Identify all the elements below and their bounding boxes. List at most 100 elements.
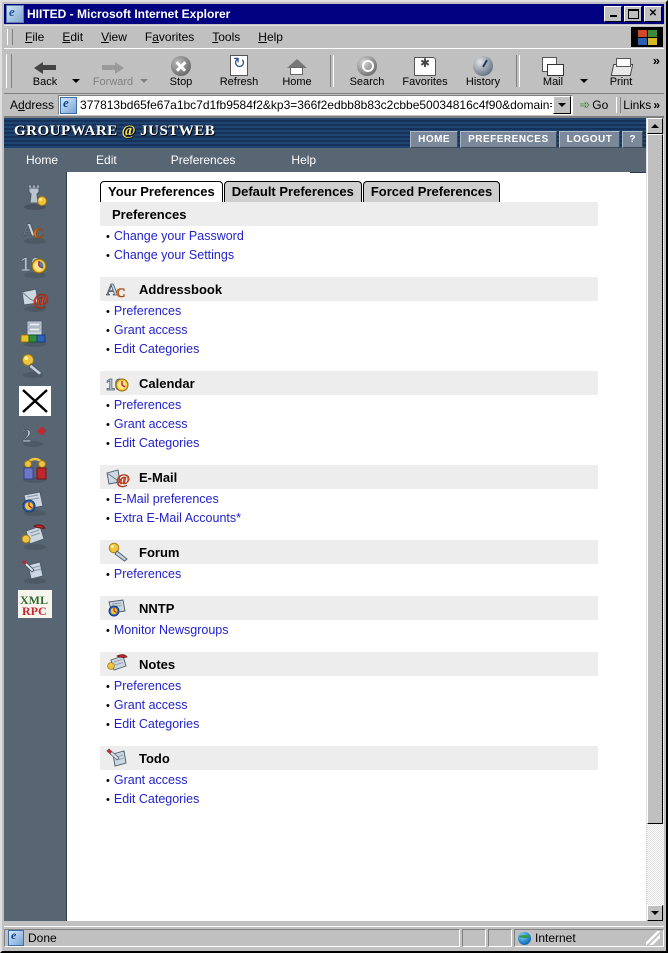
menu-item-file[interactable]: File [16, 28, 53, 46]
link-todo-edit-categories[interactable]: Edit Categories [114, 790, 199, 808]
link-notes-edit-categories[interactable]: Edit Categories [114, 715, 199, 733]
section-forum: Forum • Preferences [100, 540, 598, 584]
print-button[interactable]: Print [592, 51, 650, 91]
minimize-button[interactable] [604, 6, 622, 22]
sidebar-item-notes[interactable] [18, 522, 52, 552]
link-monitor-newsgroups[interactable]: Monitor Newsgroups [114, 621, 229, 639]
security-zone-cell[interactable]: Internet [514, 929, 664, 947]
bullet-icon: • [106, 700, 110, 712]
nav-preferences-button[interactable]: PREFERENCES [460, 131, 557, 148]
list-item: • Edit Categories [106, 790, 598, 809]
link-change-settings[interactable]: Change your Settings [114, 246, 234, 264]
go-button[interactable]: ➾ Go [573, 97, 614, 113]
sidebar-item-xmlrpc[interactable]: XML RPC [18, 590, 52, 618]
tab-default-preferences[interactable]: Default Preferences [223, 181, 362, 202]
section-header: NNTP [100, 596, 598, 620]
stop-button[interactable]: Stop [152, 51, 210, 91]
nav-logout-button[interactable]: LOGOUT [558, 131, 621, 148]
sidebar-item-close[interactable] [19, 386, 51, 416]
tab-your-preferences[interactable]: Your Preferences [100, 181, 223, 202]
refresh-button[interactable]: Refresh [210, 51, 268, 91]
history-button[interactable]: History [454, 51, 512, 91]
menu-item-tools[interactable]: Tools [203, 28, 249, 46]
groupware-body: A C 10 @ 2 XML RPC Your Preferences Defa… [4, 172, 630, 921]
link-addressbook-grant-access[interactable]: Grant access [114, 321, 188, 339]
link-email-preferences[interactable]: E-Mail preferences [114, 490, 219, 508]
scroll-up-button[interactable] [647, 118, 663, 134]
favorites-button[interactable]: Favorites [396, 51, 454, 91]
link-addressbook-edit-categories[interactable]: Edit Categories [114, 340, 199, 358]
bullet-icon: • [106, 513, 110, 525]
sidebar-item-addressbook[interactable]: A C [18, 216, 52, 246]
close-button[interactable]: ✕ [644, 6, 662, 22]
links-chevron-icon[interactable]: » [653, 98, 664, 112]
page-scrollbar[interactable] [646, 118, 664, 921]
gw-menu-home[interactable]: Home [4, 153, 86, 167]
sidebar-item-email[interactable]: @ [18, 284, 52, 314]
mail-button[interactable]: Mail [524, 51, 582, 91]
links-label[interactable]: Links [623, 98, 653, 112]
scrollbar-track[interactable] [647, 134, 664, 905]
nav-home-button[interactable]: HOME [410, 131, 459, 148]
link-change-password[interactable]: Change your Password [114, 227, 244, 245]
sidebar-item-registration[interactable]: 2 [18, 420, 52, 450]
menu-item-edit[interactable]: Edit [53, 28, 92, 46]
sidebar-item-forum[interactable] [18, 352, 52, 382]
sidebar-item-filemanager[interactable] [18, 318, 52, 348]
list-item: • Extra E-Mail Accounts* [106, 509, 598, 528]
ie-page-icon [60, 95, 78, 114]
gw-menu-help[interactable]: Help [281, 153, 326, 167]
gw-menu-edit[interactable]: Edit [86, 153, 161, 167]
status-bar: Done Internet [4, 926, 664, 949]
scroll-down-button[interactable] [647, 905, 663, 921]
toolbar-grip[interactable] [6, 54, 12, 88]
back-dropdown-icon[interactable] [72, 79, 80, 83]
ie-document-icon [6, 4, 24, 23]
mail-dropdown-icon[interactable] [580, 79, 588, 83]
sidebar-item-todo[interactable] [18, 556, 52, 586]
list-item: • E-Mail preferences [106, 490, 598, 509]
link-addressbook-preferences[interactable]: Preferences [114, 302, 181, 320]
sidebar-item-nntp[interactable] [18, 488, 52, 518]
back-button[interactable]: Back [16, 51, 74, 91]
sidebar-item-calendar[interactable]: 10 [18, 250, 52, 280]
links-grip[interactable] [616, 97, 622, 113]
link-forum-preferences[interactable]: Preferences [114, 565, 181, 583]
menu-item-view[interactable]: View [92, 28, 136, 46]
sidebar-item-projects[interactable] [18, 454, 52, 484]
groupware-logo: GROUPWARE @ JUSTWEB [14, 123, 215, 140]
resize-grip[interactable] [646, 931, 660, 945]
menu-grip[interactable] [7, 29, 13, 45]
scrollbar-thumb[interactable] [647, 134, 663, 824]
menu-item-favorites[interactable]: Favorites [136, 28, 203, 46]
link-notes-preferences[interactable]: Preferences [114, 677, 181, 695]
tab-forced-preferences[interactable]: Forced Preferences [362, 181, 501, 202]
groupware-menu-bar: Home Edit Preferences Help [4, 148, 647, 173]
menu-item-help[interactable]: Help [249, 28, 292, 46]
gw-menu-preferences[interactable]: Preferences [161, 153, 282, 167]
search-button[interactable]: Search [338, 51, 396, 91]
link-calendar-edit-categories[interactable]: Edit Categories [114, 434, 199, 452]
address-bar: Address 377813bd65fe67a1bc7d1fb9584f2&kp… [4, 94, 664, 117]
toolbar-overflow-chevron-icon[interactable]: » [653, 53, 660, 68]
link-calendar-grant-access[interactable]: Grant access [114, 415, 188, 433]
link-todo-grant-access[interactable]: Grant access [114, 771, 188, 789]
link-extra-email-accounts[interactable]: Extra E-Mail Accounts* [114, 509, 241, 527]
link-notes-grant-access[interactable]: Grant access [114, 696, 188, 714]
link-calendar-preferences[interactable]: Preferences [114, 396, 181, 414]
back-button-label: Back [32, 76, 58, 88]
forward-dropdown-icon[interactable] [140, 79, 148, 83]
addressbook-icon: A C [106, 278, 132, 301]
address-input[interactable]: 377813bd65fe67a1bc7d1fb9584f2&kp3=366f2e… [58, 95, 574, 115]
nav-help-button[interactable]: ? [622, 131, 643, 148]
bullet-icon: • [106, 250, 110, 262]
maximize-button[interactable] [624, 6, 642, 22]
section-header: Forum [100, 540, 598, 564]
sidebar-item-admin[interactable] [18, 182, 52, 212]
groupware-top-nav: HOME PREFERENCES LOGOUT ? [410, 131, 643, 148]
forward-button[interactable]: Forward [84, 51, 142, 91]
address-dropdown-button[interactable] [553, 96, 572, 114]
home-button[interactable]: Home [268, 51, 326, 91]
